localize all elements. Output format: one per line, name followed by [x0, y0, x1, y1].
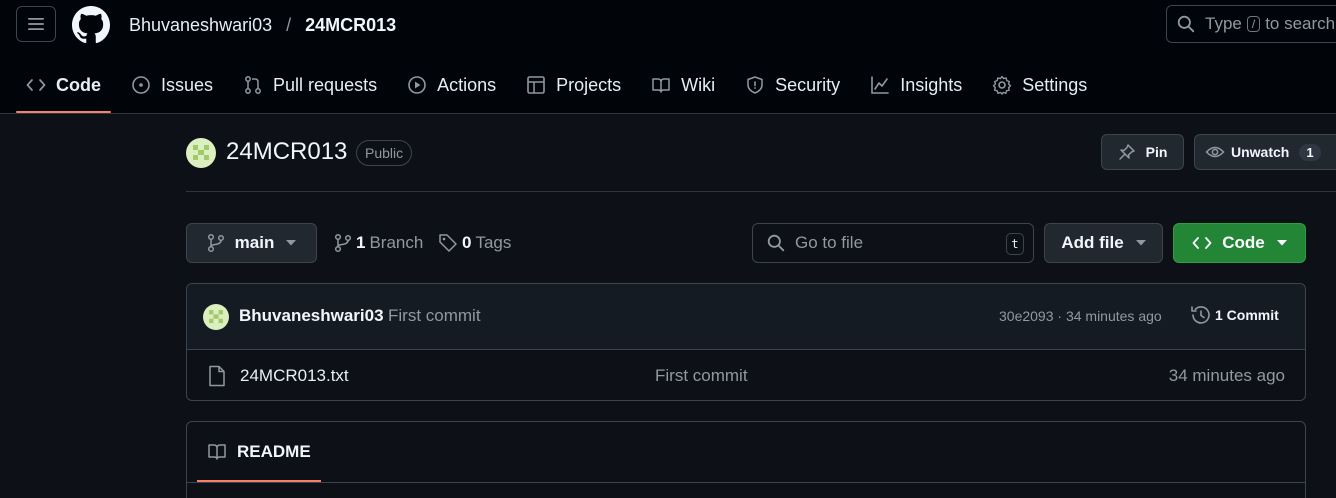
code-button[interactable]: Code [1173, 223, 1306, 263]
hamburger-icon [28, 18, 44, 30]
tags-link[interactable]: 0 Tags [438, 223, 511, 263]
latest-commit-row: Bhuvaneshwari03 First commit 30e2093 · 3… [187, 284, 1305, 350]
tab-label: Pull requests [273, 74, 378, 95]
github-logo[interactable] [72, 6, 110, 44]
code-icon [1192, 237, 1212, 249]
eye-icon [1205, 146, 1225, 158]
tab-code[interactable]: Code [16, 64, 111, 113]
file-commit-message[interactable]: First commit [655, 366, 748, 386]
tab-settings[interactable]: Settings [982, 64, 1097, 106]
tab-projects[interactable]: Projects [516, 64, 631, 106]
global-search-button[interactable]: Type / to search [1166, 5, 1336, 43]
add-file-label: Add file [1061, 233, 1124, 252]
breadcrumb-repo[interactable]: 24MCR013 [305, 15, 396, 36]
go-to-file-placeholder: Go to file [795, 233, 864, 252]
divider [187, 482, 1305, 483]
pin-button[interactable]: Pin [1101, 134, 1184, 170]
global-header: Bhuvaneshwari03 / 24MCR013 Type / to sea… [0, 0, 1336, 114]
repo-title-bar: 24MCR013 Public Pin Unwatch 1 [186, 130, 1336, 192]
avatar[interactable] [203, 304, 229, 330]
identicon-icon [193, 145, 209, 160]
breadcrumb: Bhuvaneshwari03 / 24MCR013 [129, 13, 396, 37]
table-icon [527, 76, 545, 94]
tab-label: Security [775, 74, 841, 95]
go-to-file-input[interactable]: Go to file t [752, 223, 1034, 263]
git-pull-request-icon [245, 76, 261, 94]
search-prefix: Type [1205, 14, 1242, 33]
tab-issues[interactable]: Issues [121, 64, 223, 106]
tab-label: Insights [900, 74, 963, 95]
play-icon [408, 76, 426, 94]
menu-button[interactable] [16, 6, 56, 42]
readme-panel: README [186, 421, 1306, 498]
tab-label: Settings [1022, 74, 1088, 95]
tab-label: Actions [437, 74, 497, 95]
git-branch-icon [334, 233, 352, 253]
book-icon [208, 444, 226, 460]
file-list: Bhuvaneshwari03 First commit 30e2093 · 3… [186, 283, 1306, 401]
file-icon [209, 365, 225, 387]
branch-count: 1 [356, 233, 366, 252]
chevron-down-icon [1135, 240, 1146, 246]
branch-selector[interactable]: main [186, 223, 317, 263]
tag-icon [439, 234, 457, 252]
tag-count: 0 [462, 233, 472, 252]
search-icon [767, 234, 785, 252]
shield-icon [747, 76, 763, 94]
tab-label: Code [56, 74, 101, 95]
branches-link[interactable]: 1 Branch [334, 223, 423, 263]
git-branch-icon [207, 233, 224, 253]
page-title[interactable]: 24MCR013 [226, 138, 347, 166]
code-icon [26, 79, 46, 91]
visibility-badge: Public [356, 140, 413, 166]
tab-insights[interactable]: Insights [860, 64, 972, 106]
commit-message[interactable]: First commit [388, 306, 481, 326]
file-navigation: main 1 Branch 0 Tags Go to file t Add fi… [186, 223, 1306, 263]
github-mark-icon [72, 6, 110, 44]
avatar[interactable] [186, 138, 216, 168]
tab-security[interactable]: Security [735, 64, 850, 106]
search-shortcut-key: / [1246, 16, 1261, 32]
tab-readme[interactable]: README [197, 422, 321, 482]
commit-sha-time[interactable]: 30e2093 · 34 minutes ago [999, 308, 1162, 324]
search-suffix: to search [1265, 14, 1336, 33]
file-row[interactable]: 24MCR013.txt First commit 34 minutes ago [187, 350, 1305, 400]
history-icon [1191, 306, 1210, 324]
add-file-button[interactable]: Add file [1044, 223, 1163, 263]
tab-label: Projects [556, 74, 622, 95]
branch-name: main [234, 233, 275, 252]
unwatch-label: Unwatch [1231, 144, 1290, 160]
issue-opened-icon [132, 76, 150, 94]
repo-nav: Code Issues Pull requests Actions Projec… [16, 64, 1107, 114]
tag-count-label: Tags [475, 233, 512, 252]
book-icon [652, 78, 670, 93]
code-button-label: Code [1222, 233, 1265, 252]
file-updated-time: 34 minutes ago [1168, 366, 1285, 385]
branch-count-label: Branch [369, 233, 424, 252]
tab-wiki[interactable]: Wiki [641, 64, 725, 106]
breadcrumb-owner[interactable]: Bhuvaneshwari03 [129, 15, 272, 36]
file-name[interactable]: 24MCR013.txt [240, 366, 349, 386]
search-icon [1177, 15, 1195, 33]
readme-tab-label: README [237, 442, 311, 461]
commit-count-label: 1 Commit [1215, 307, 1279, 323]
go-to-file-shortcut: t [1006, 233, 1024, 255]
watch-count: 1 [1299, 143, 1321, 161]
pin-label: Pin [1145, 144, 1168, 160]
tab-label: Wiki [681, 74, 716, 95]
unwatch-button[interactable]: Unwatch 1 [1194, 134, 1336, 170]
identicon-icon [209, 310, 223, 324]
chevron-down-icon [1276, 240, 1287, 246]
pin-icon [1118, 144, 1135, 160]
gear-icon [993, 75, 1012, 95]
chevron-down-icon [286, 240, 297, 246]
graph-icon [871, 76, 889, 94]
tab-label: Issues [161, 74, 214, 95]
commit-author[interactable]: Bhuvaneshwari03 [239, 306, 384, 326]
commit-history-link[interactable]: 1 Commit [1189, 305, 1279, 325]
breadcrumb-separator: / [286, 14, 292, 35]
tab-pull-requests[interactable]: Pull requests [233, 64, 387, 106]
tab-actions[interactable]: Actions [397, 64, 506, 106]
